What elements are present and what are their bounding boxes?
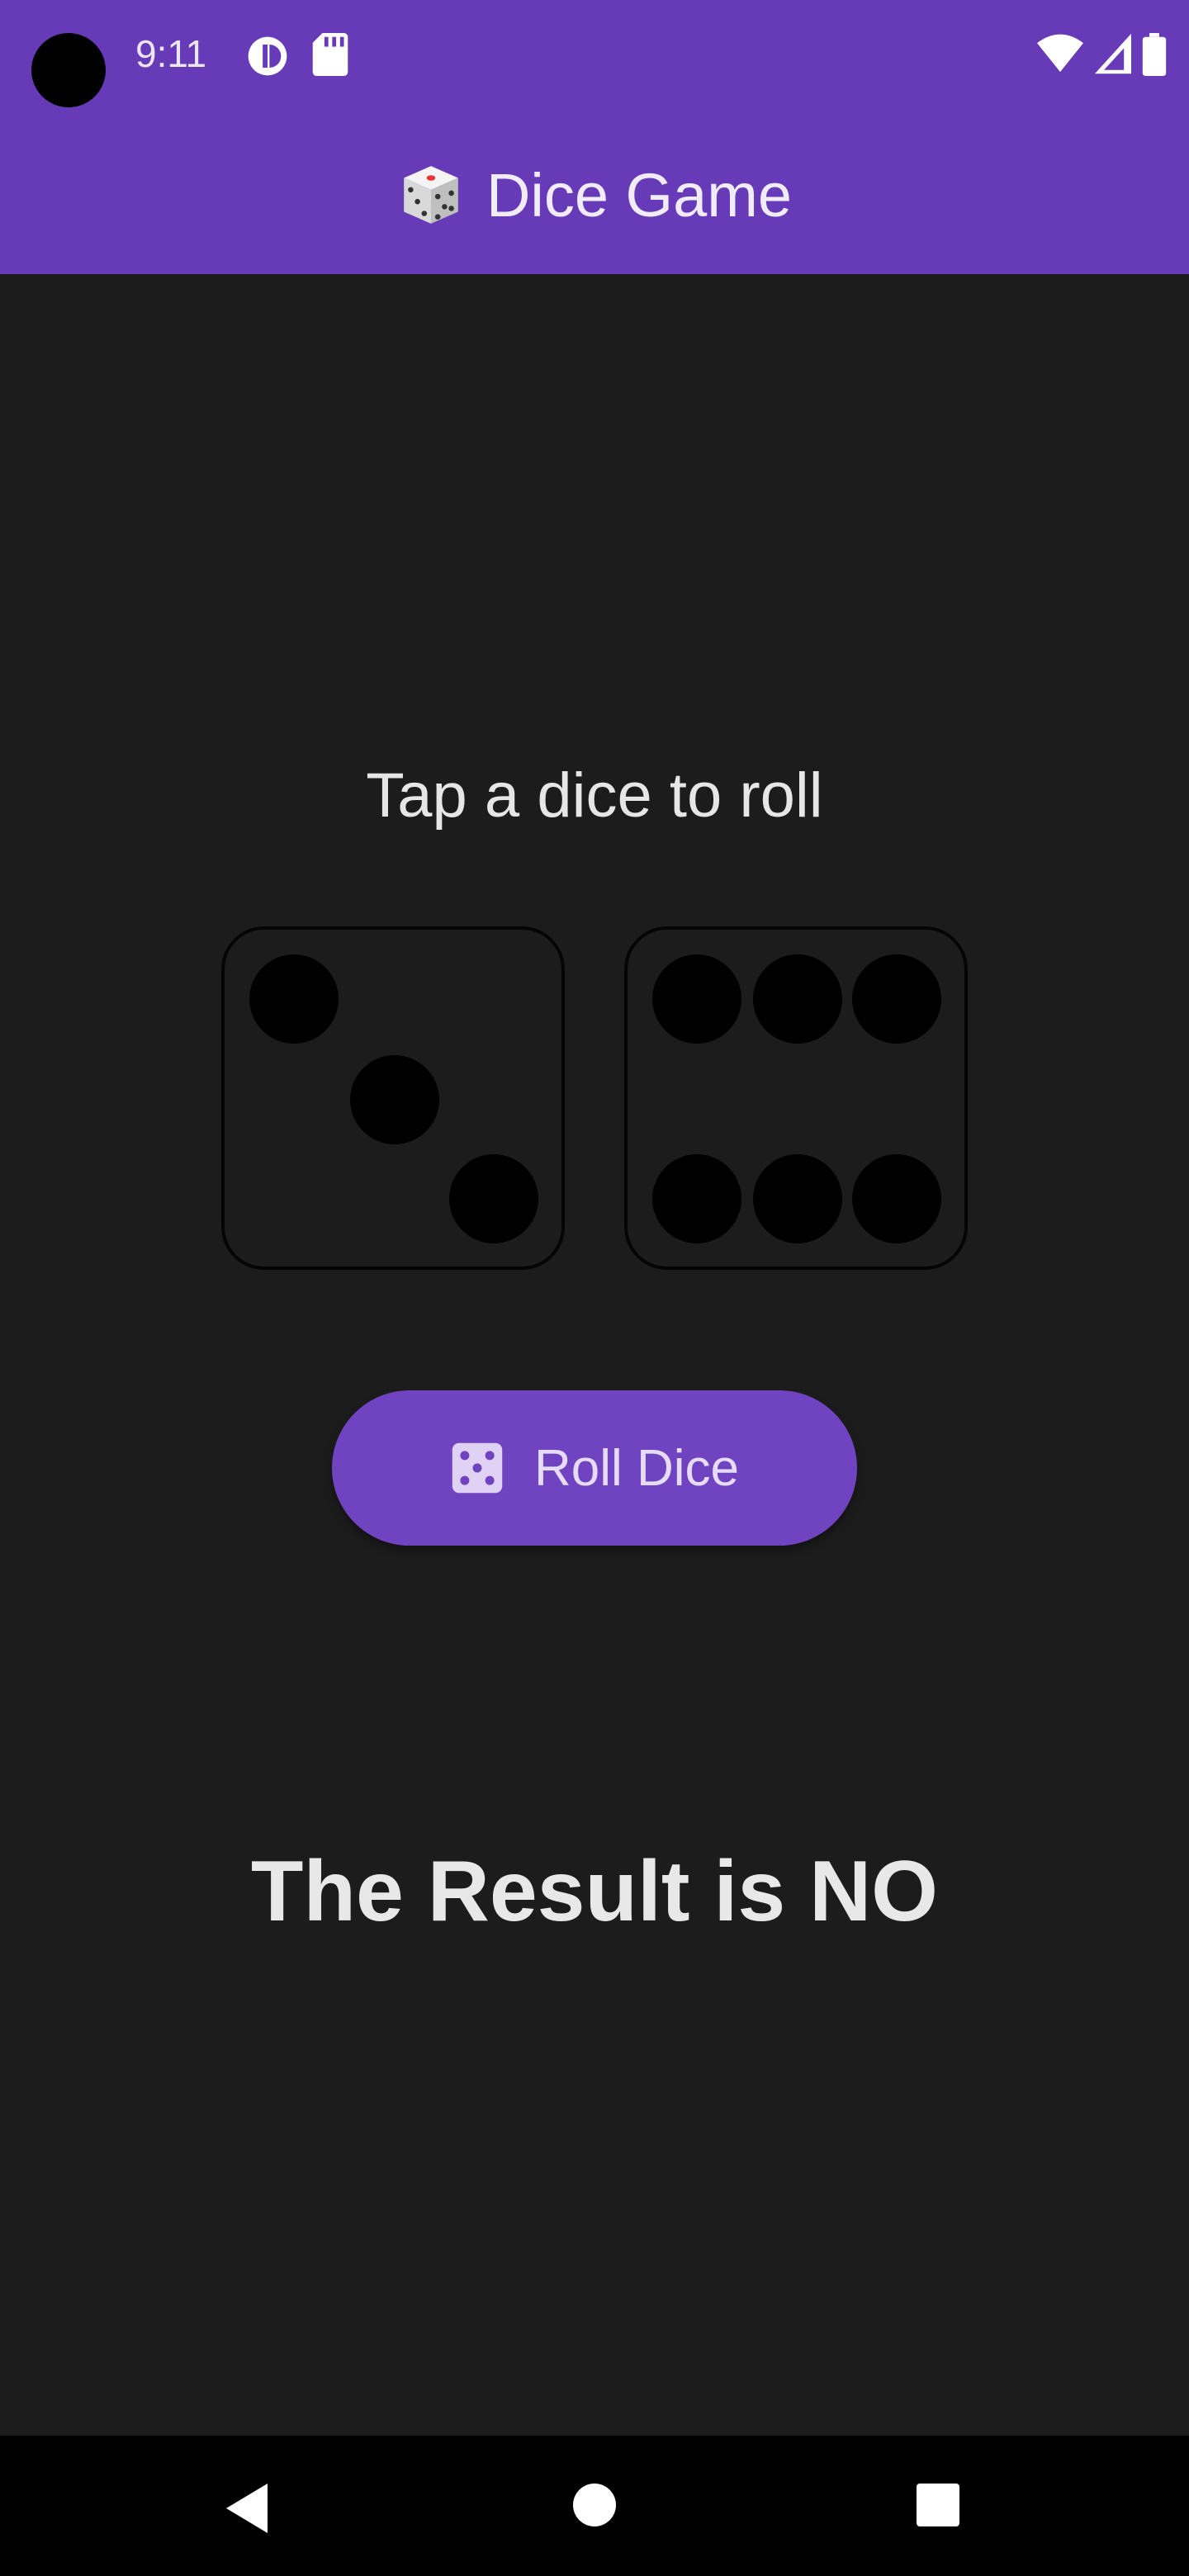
die-pip: [249, 954, 339, 1044]
result-text: The Result is NO: [250, 1844, 939, 1939]
roll-dice-label: Roll Dice: [533, 1439, 740, 1497]
die-right[interactable]: [624, 926, 968, 1270]
camera-cutout: [31, 33, 106, 107]
game-die-emoji: [404, 166, 458, 224]
roll-prompt: Tap a dice to roll: [366, 760, 823, 831]
die-left[interactable]: [221, 926, 565, 1270]
die-pip: [652, 1154, 741, 1243]
back-icon[interactable]: [223, 2482, 272, 2535]
app-title-text: Dice Game: [486, 160, 793, 230]
cell-signal-icon: [1095, 33, 1131, 74]
navigation-bar: [0, 2436, 1189, 2576]
recents-icon[interactable]: [915, 2482, 961, 2528]
data-saver-icon: [248, 36, 287, 76]
die-pip: [652, 954, 741, 1044]
home-icon[interactable]: [571, 2482, 618, 2528]
dice-five-icon: [452, 1442, 503, 1494]
roll-dice-button[interactable]: Roll Dice: [332, 1390, 857, 1546]
die-pip: [350, 1055, 439, 1144]
game-content: Tap a dice to roll Roll Dice The Result …: [0, 274, 1189, 2436]
app-title: Dice Game: [397, 160, 792, 230]
die-pip: [753, 954, 842, 1044]
battery-icon: [1142, 33, 1167, 76]
status-bar: 9:11: [0, 0, 1189, 116]
wifi-icon: [1037, 34, 1083, 73]
die-pip: [852, 954, 941, 1044]
die-pip: [753, 1154, 842, 1243]
sd-card-icon: [312, 33, 348, 76]
status-time: 9:11: [135, 32, 207, 75]
app-bar: Dice Game: [0, 116, 1189, 274]
die-pip: [449, 1154, 538, 1243]
die-pip: [852, 1154, 941, 1243]
